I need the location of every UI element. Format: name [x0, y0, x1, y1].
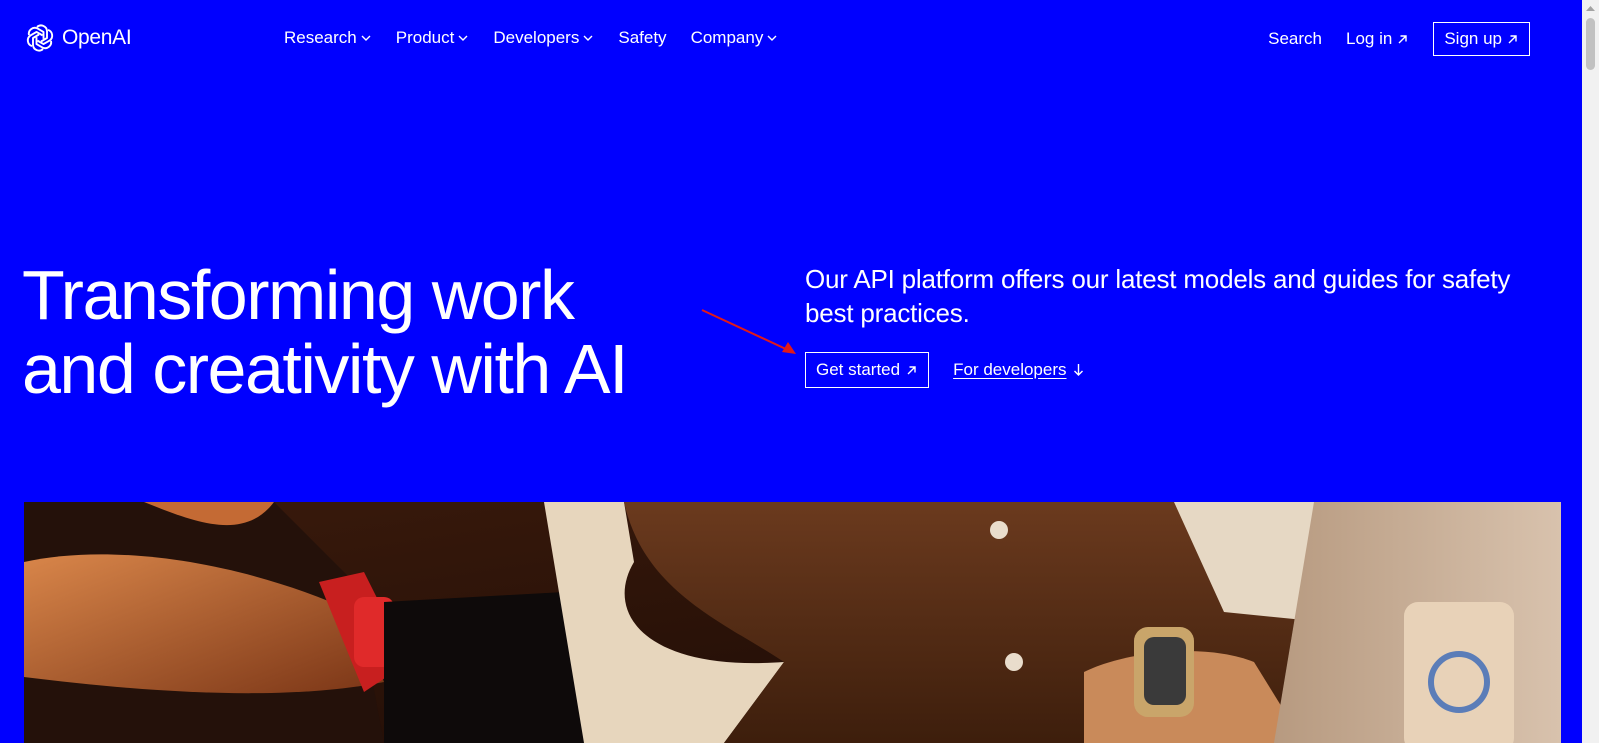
get-started-label: Get started — [816, 360, 901, 379]
arrow-up-right-icon — [1398, 34, 1408, 43]
page: OpenAI Research Product Developers Safet… — [0, 0, 1599, 743]
nav-item-company[interactable]: Company — [691, 28, 779, 48]
signup-button[interactable]: Sign up — [1433, 22, 1530, 56]
hero-description: Our API platform offers our latest model… — [805, 264, 1511, 328]
brand-name: OpenAI — [62, 26, 132, 49]
hero-photo — [24, 502, 1561, 743]
nav-item-label: Safety — [618, 28, 667, 47]
chevron-down-icon — [361, 35, 371, 41]
nav-item-developers[interactable]: Developers — [493, 28, 594, 48]
account-nav: Search Log in Sign up — [1268, 22, 1530, 56]
hero-cta-section: Our API platform offers our latest model… — [805, 262, 1565, 388]
chevron-down-icon — [583, 35, 593, 41]
main-nav: Research Product Developers Safety Compa… — [284, 28, 778, 48]
nav-item-research[interactable]: Research — [284, 28, 372, 48]
chevron-down-icon — [458, 35, 468, 41]
nav-item-safety[interactable]: Safety — [618, 28, 666, 48]
hero-title: Transforming work and creativity with AI — [22, 258, 722, 406]
hero-title-line-1: Transforming work — [22, 256, 575, 334]
nav-item-label: Developers — [493, 28, 580, 47]
signup-label: Sign up — [1444, 29, 1502, 48]
nav-item-label: Research — [284, 28, 357, 47]
arrow-up-right-icon — [907, 365, 916, 374]
nav-item-label: Company — [690, 28, 764, 47]
cta-row: Get started For developers — [805, 352, 1565, 388]
openai-logo-link[interactable]: OpenAI — [24, 22, 132, 54]
scroll-thumb[interactable] — [1586, 18, 1595, 70]
login-link[interactable]: Log in — [1346, 29, 1409, 49]
login-label: Log in — [1346, 29, 1393, 48]
nav-item-product[interactable]: Product — [396, 28, 470, 48]
search-link[interactable]: Search — [1268, 29, 1322, 49]
arrow-down-icon — [1073, 364, 1083, 376]
openai-logo-icon — [24, 22, 56, 54]
chevron-down-icon — [767, 35, 777, 41]
arrow-up-right-icon — [1508, 34, 1517, 43]
for-developers-link[interactable]: For developers — [953, 360, 1083, 380]
nav-item-label: Product — [395, 28, 455, 47]
for-developers-label: For developers — [953, 360, 1067, 379]
page-scrollbar[interactable] — [1582, 0, 1599, 743]
search-label: Search — [1268, 29, 1322, 48]
scroll-up-arrow-icon[interactable] — [1582, 0, 1599, 17]
site-header: OpenAI Research Product Developers Safet… — [0, 0, 1582, 80]
hero-title-line-2: and creativity with AI — [22, 330, 629, 408]
get-started-button[interactable]: Get started — [805, 352, 930, 388]
